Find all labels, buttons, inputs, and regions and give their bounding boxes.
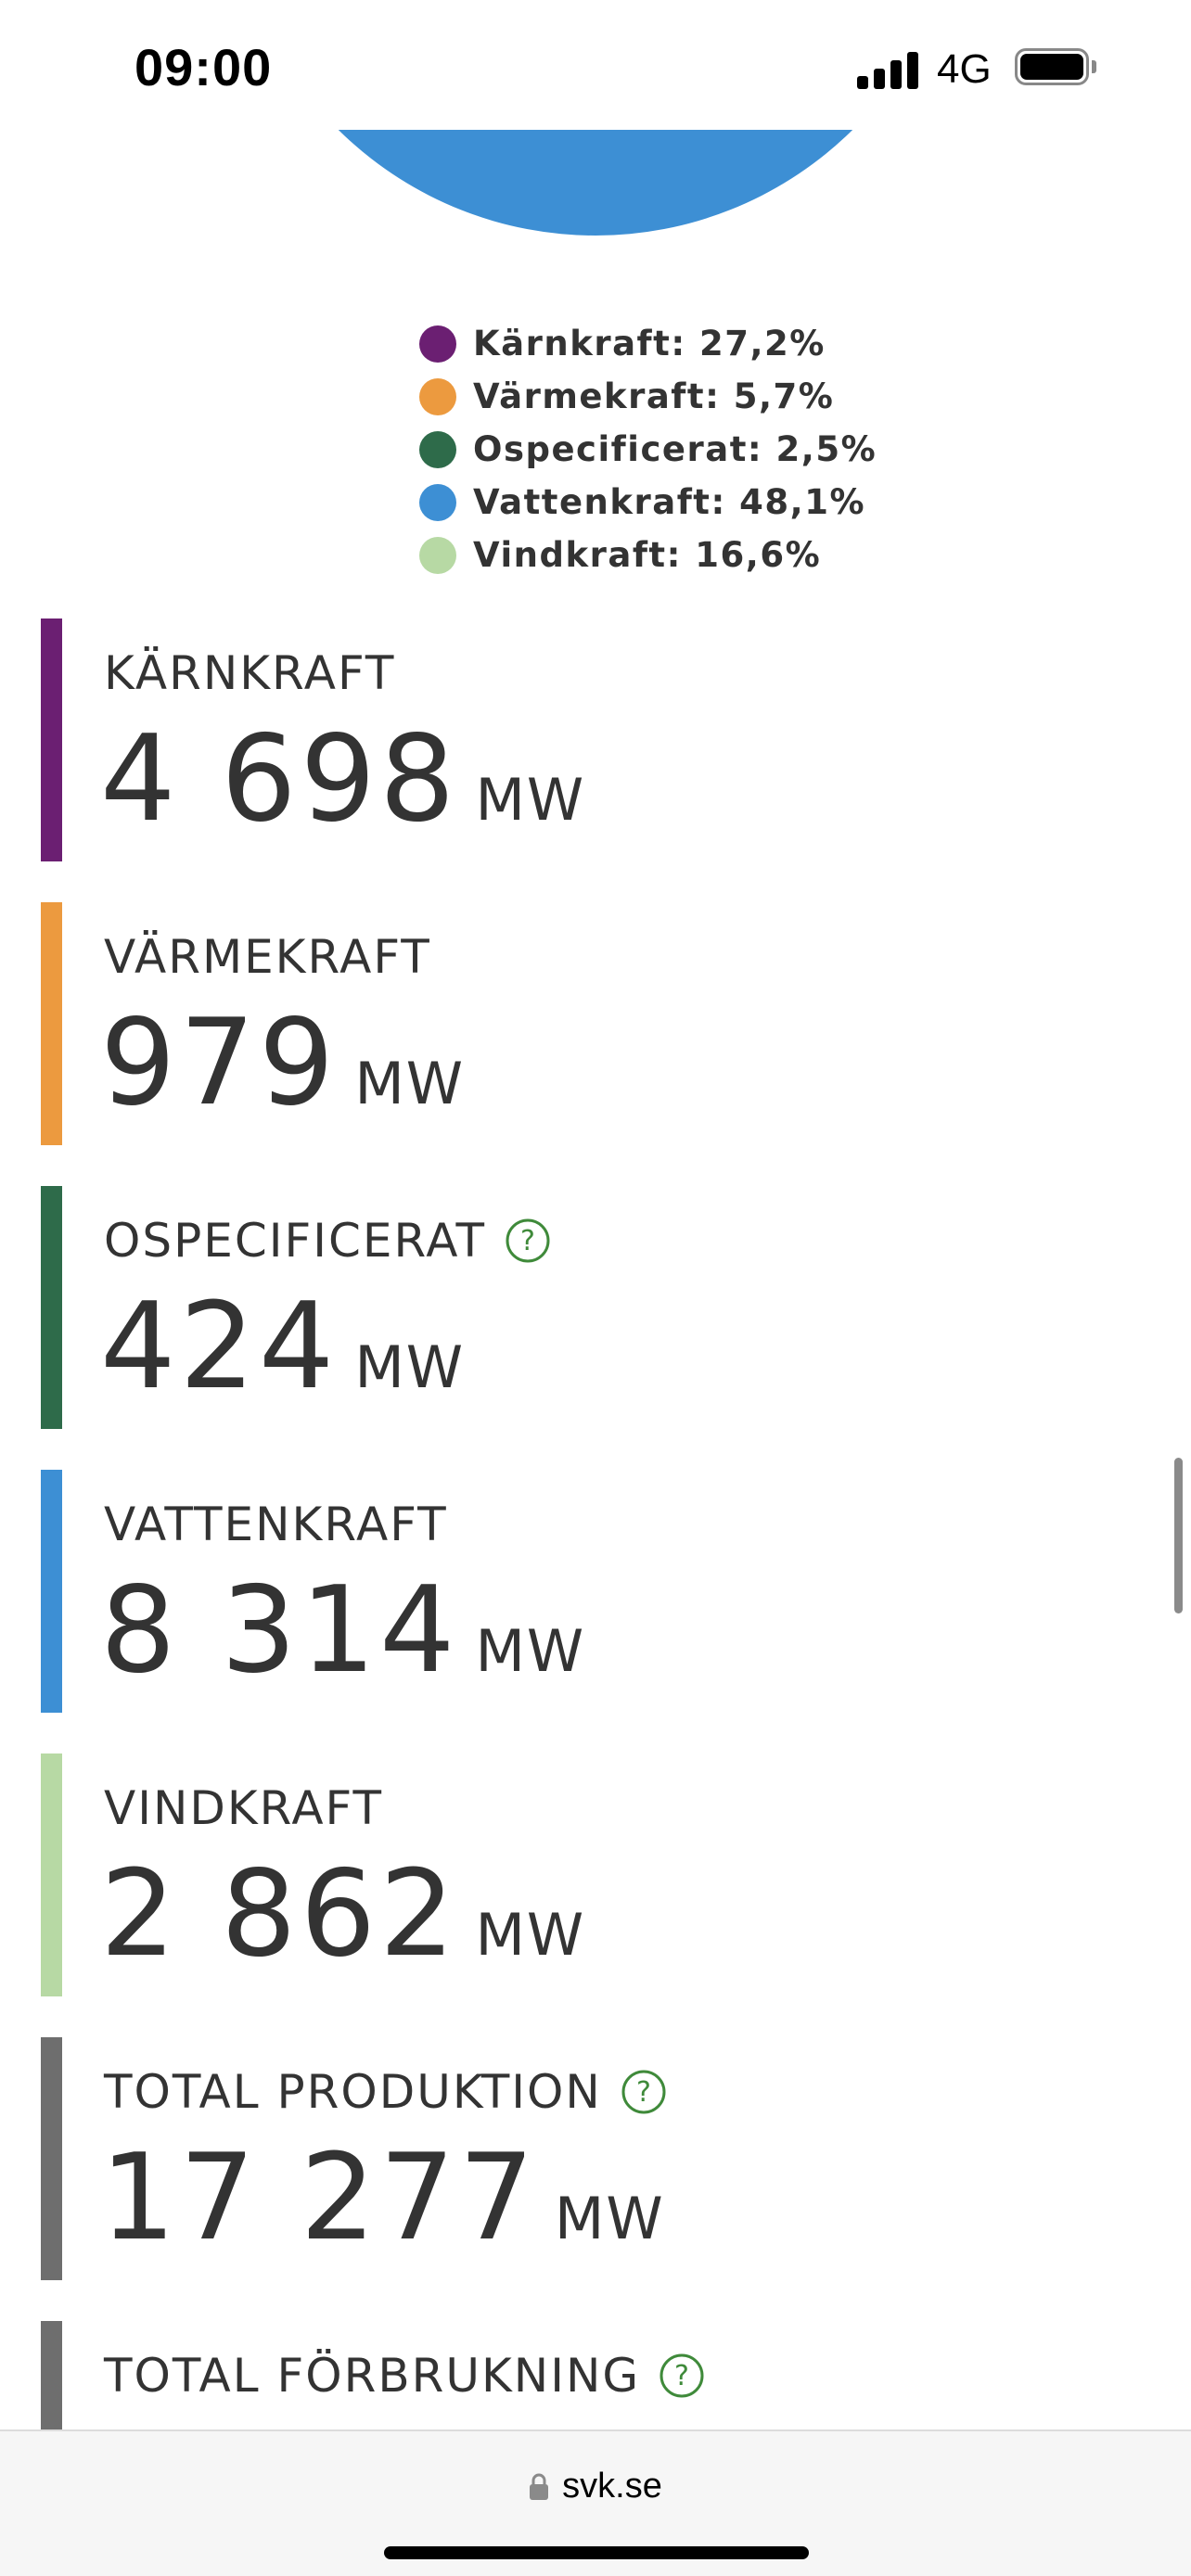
stat-value: 2 862 [100, 1845, 459, 1983]
stat-color-bar [41, 1470, 62, 1713]
address-bar[interactable]: svk.se [0, 2467, 1191, 2506]
stat-unit: MW [354, 1050, 466, 1117]
stat-value-row: 979 MW [100, 1004, 465, 1123]
status-bar: 09:00 4G [0, 0, 1191, 139]
legend-label: Värmekraft: 5,7% [473, 376, 835, 416]
stat-label: KÄRNKRAFT [104, 646, 396, 700]
stat-label: TOTAL PRODUKTION [104, 2065, 602, 2119]
stat-label-row: TOTAL PRODUKTION? [104, 2065, 667, 2119]
stat-unit: MW [475, 766, 586, 834]
stat-label-row: KÄRNKRAFT [104, 646, 395, 700]
legend-item: Kärnkraft: 27,2% [419, 317, 877, 370]
legend-swatch [419, 377, 456, 415]
legend-item: Ospecificerat: 2,5% [419, 423, 877, 476]
stat-label-row: TOTAL FÖRBRUKNING? [104, 2349, 705, 2403]
home-indicator[interactable] [384, 2546, 809, 2559]
stat-color-bar [41, 1753, 62, 1996]
pie-slice-vattenkraft [253, 0, 938, 236]
stat-label-row: VINDKRAFT [104, 1781, 383, 1835]
battery-icon [1015, 48, 1098, 89]
legend-swatch [419, 430, 456, 468]
lock-icon [530, 2473, 549, 2500]
pie-chart [0, 0, 1191, 250]
stat-ospecificerat: OSPECIFICERAT? 424 MW [41, 1186, 1061, 1429]
stat-total-produktion: TOTAL PRODUKTION? 17 277 MW [41, 2037, 1061, 2280]
stat-label-row: VÄRMEKRAFT [104, 930, 431, 984]
stat-value: 17 277 [100, 2129, 538, 2267]
stat-värmekraft: VÄRMEKRAFT 979 MW [41, 902, 1061, 1145]
stat-unit: MW [475, 1617, 586, 1685]
stat-unit: MW [475, 1901, 586, 1969]
legend-swatch [419, 325, 456, 363]
help-icon[interactable]: ? [659, 2353, 705, 2399]
stat-value: 979 [100, 994, 339, 1132]
svg-text:?: ? [636, 2076, 651, 2109]
scrollbar[interactable] [1174, 1458, 1183, 1613]
stat-value: 424 [100, 1278, 339, 1416]
legend-label: Vattenkraft: 48,1% [473, 482, 866, 522]
stat-color-bar [41, 618, 62, 861]
stat-label: VÄRMEKRAFT [104, 930, 431, 984]
stat-label: VINDKRAFT [104, 1781, 383, 1835]
stat-color-bar [41, 1186, 62, 1429]
stat-label: OSPECIFICERAT [104, 1214, 487, 1268]
help-icon[interactable]: ? [621, 2069, 667, 2115]
signal-strength-icon [857, 48, 920, 89]
help-icon[interactable]: ? [505, 1218, 551, 1264]
svg-text:?: ? [674, 2360, 689, 2392]
legend-label: Ospecificerat: 2,5% [473, 429, 877, 469]
stat-value-row: 2 862 MW [100, 1855, 585, 1974]
legend-swatch [419, 483, 456, 521]
legend-item: Vattenkraft: 48,1% [419, 476, 877, 529]
stat-kärnkraft: KÄRNKRAFT 4 698 MW [41, 618, 1061, 861]
stat-value-row: 8 314 MW [100, 1572, 585, 1690]
stat-value-row: 424 MW [100, 1288, 465, 1407]
url-text: svk.se [562, 2467, 662, 2506]
legend-item: Vindkraft: 16,6% [419, 529, 877, 581]
status-time: 09:00 [134, 38, 273, 96]
stat-vindkraft: VINDKRAFT 2 862 MW [41, 1753, 1061, 1996]
network-type: 4G [937, 46, 992, 92]
legend-swatch [419, 536, 456, 574]
stat-color-bar [41, 2037, 62, 2280]
browser-bar: svk.se [0, 2429, 1191, 2576]
stat-value: 4 698 [100, 710, 459, 848]
stat-vattenkraft: VATTENKRAFT 8 314 MW [41, 1470, 1061, 1713]
stat-label-row: VATTENKRAFT [104, 1498, 448, 1551]
stat-unit: MW [354, 1333, 466, 1401]
stat-value-row: 4 698 MW [100, 721, 585, 839]
stat-color-bar [41, 902, 62, 1145]
svg-text:?: ? [520, 1225, 535, 1257]
chart-legend: Kärnkraft: 27,2% Värmekraft: 5,7% Ospecifi… [419, 317, 877, 581]
legend-label: Vindkraft: 16,6% [473, 535, 822, 575]
stat-value: 8 314 [100, 1562, 459, 1700]
stat-unit: MW [554, 2185, 665, 2252]
stat-label: VATTENKRAFT [104, 1498, 448, 1551]
stat-value-row: 17 277 MW [100, 2139, 665, 2258]
stat-label-row: OSPECIFICERAT? [104, 1214, 551, 1268]
legend-label: Kärnkraft: 27,2% [473, 324, 826, 363]
legend-item: Värmekraft: 5,7% [419, 370, 877, 423]
stat-label: TOTAL FÖRBRUKNING [104, 2349, 641, 2403]
